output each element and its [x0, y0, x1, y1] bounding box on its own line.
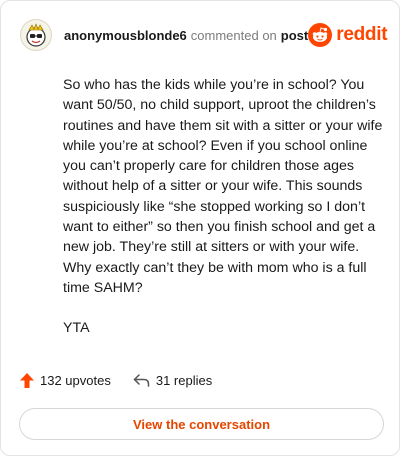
reddit-logo[interactable]: reddit: [308, 23, 388, 47]
avatar-icon[interactable]: [20, 19, 52, 51]
comment-stats: 132 upvotes 31 replies: [20, 373, 212, 388]
header-text: anonymousblonde6 commented on post: [64, 28, 308, 43]
reddit-wordmark: reddit: [336, 24, 388, 45]
comment-paragraph: YTA: [63, 320, 90, 337]
comment-paragraph: So who has the kids while you’re in scho…: [63, 77, 383, 296]
reply-count[interactable]: 31 replies: [133, 373, 212, 388]
upvote-label: 132 upvotes: [40, 373, 111, 388]
comment-card: anonymousblonde6 commented on post reddi…: [0, 0, 400, 456]
view-conversation-button[interactable]: View the conversation: [19, 408, 384, 440]
reply-label: 31 replies: [155, 373, 213, 388]
username-link[interactable]: anonymousblonde6: [64, 28, 187, 43]
action-text: commented on: [190, 27, 277, 43]
comment-header: anonymousblonde6 commented on post reddi…: [20, 15, 388, 55]
reddit-alien-icon: [308, 23, 333, 47]
comment-body: So who has the kids while you’re in scho…: [63, 75, 383, 359]
upvote-count[interactable]: 132 upvotes: [20, 373, 111, 388]
upvote-arrow-icon: [20, 373, 34, 388]
post-link[interactable]: post: [281, 28, 308, 43]
reply-arrow-icon: [133, 374, 150, 387]
